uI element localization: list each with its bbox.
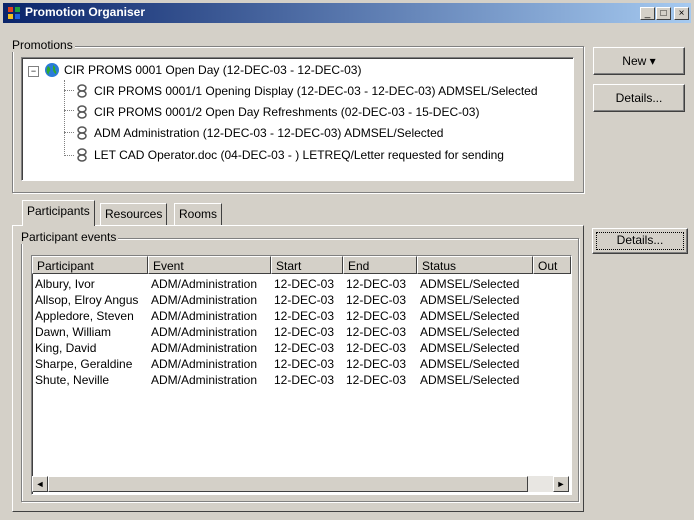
- dropdown-arrow-icon: ▾: [649, 54, 656, 68]
- table-cell: 12-DEC-03: [346, 357, 407, 371]
- participant-events-list[interactable]: Participant Event Start End Status Out A…: [31, 255, 572, 495]
- table-row[interactable]: Dawn, William ADM/Administration 12-DEC-03…: [32, 324, 569, 340]
- tab-participants[interactable]: Participants: [22, 200, 95, 226]
- table-row[interactable]: Allsop, Elroy Angus ADM/Administration 12-…: [32, 292, 569, 308]
- participant-details-button-label: Details...: [616, 233, 664, 247]
- table-cell: King, David: [35, 341, 97, 355]
- promotions-group-label: Promotions: [10, 38, 75, 52]
- table-cell: Shute, Neville: [35, 373, 110, 387]
- table-cell: ADM/Administration: [151, 277, 258, 291]
- table-cell: 12-DEC-03: [274, 293, 335, 307]
- horizontal-scrollbar[interactable]: ◄ ►: [32, 476, 569, 492]
- promotion-details-button-label: Details...: [615, 91, 663, 105]
- table-cell: 12-DEC-03: [346, 373, 407, 387]
- tree-item-label: LET CAD Operator.doc (04-DEC-03 - ) LETR…: [94, 148, 504, 162]
- tab-rooms[interactable]: Rooms: [174, 203, 223, 225]
- maximize-button[interactable]: □: [656, 7, 671, 20]
- promotion-organiser-window: Promotion Organiser _ □ × Promotions − C…: [0, 0, 694, 520]
- chain-link-icon: [77, 126, 87, 140]
- table-row[interactable]: Shute, Neville ADM/Administration 12-DEC-0…: [32, 372, 569, 388]
- table-cell: 12-DEC-03: [274, 309, 335, 323]
- column-header-participant[interactable]: Participant: [32, 256, 148, 274]
- table-row[interactable]: Appledore, Steven ADM/Administration 12-DE…: [32, 308, 569, 324]
- tree-line: [64, 80, 65, 156]
- tree-item-label: CIR PROMS 0001/2 Open Day Refreshments (…: [94, 105, 480, 119]
- participant-events-label: Participant events: [19, 230, 119, 244]
- table-cell: 12-DEC-03: [346, 309, 407, 323]
- tab-resources[interactable]: Resources: [100, 203, 168, 225]
- table-cell: 12-DEC-03: [274, 277, 335, 291]
- table-cell: Sharpe, Geraldine: [35, 357, 133, 371]
- new-button[interactable]: New ▾: [593, 47, 685, 75]
- column-header-out[interactable]: Out: [533, 256, 571, 274]
- tree-item-label: ADM Administration (12-DEC-03 - 12-DEC-0…: [94, 126, 444, 140]
- scroll-right-icon[interactable]: ►: [553, 476, 569, 492]
- tree-item-label: CIR PROMS 0001/1 Opening Display (12-DEC…: [94, 84, 538, 98]
- tree-item-label: CIR PROMS 0001 Open Day (12-DEC-03 - 12-…: [64, 63, 362, 77]
- table-row[interactable]: King, David ADM/Administration 12-DEC-03 12…: [32, 340, 569, 356]
- table-cell: Allsop, Elroy Angus: [35, 293, 139, 307]
- table-cell: 12-DEC-03: [346, 325, 407, 339]
- table-row[interactable]: Sharpe, Geraldine ADM/Administration 12-DE…: [32, 356, 569, 372]
- tree-line: [64, 110, 74, 111]
- close-button[interactable]: ×: [674, 7, 689, 20]
- scroll-left-icon[interactable]: ◄: [32, 476, 48, 492]
- table-cell: 12-DEC-03: [274, 325, 335, 339]
- table-cell: Appledore, Steven: [35, 309, 134, 323]
- globe-icon: [45, 63, 59, 77]
- new-button-label: New: [622, 54, 647, 68]
- table-cell: ADM/Administration: [151, 325, 258, 339]
- table-row[interactable]: Albury, Ivor ADM/Administration 12-DEC-03 1…: [32, 276, 569, 292]
- table-cell: Dawn, William: [35, 325, 112, 339]
- table-cell: ADMSEL/Selected: [420, 357, 520, 371]
- minimize-button[interactable]: _: [640, 7, 655, 20]
- tree-line: [64, 132, 74, 133]
- table-cell: ADM/Administration: [151, 341, 258, 355]
- app-icon: [8, 7, 20, 19]
- table-cell: 12-DEC-03: [274, 373, 335, 387]
- tree-collapse-button[interactable]: −: [28, 66, 39, 77]
- column-header-event[interactable]: Event: [148, 256, 271, 274]
- table-cell: 12-DEC-03: [274, 341, 335, 355]
- table-cell: ADM/Administration: [151, 309, 258, 323]
- table-cell: 12-DEC-03: [346, 341, 407, 355]
- table-cell: 12-DEC-03: [274, 357, 335, 371]
- table-cell: Albury, Ivor: [35, 277, 95, 291]
- table-cell: ADMSEL/Selected: [420, 341, 520, 355]
- window-title: Promotion Organiser: [25, 5, 146, 19]
- table-cell: ADMSEL/Selected: [420, 373, 520, 387]
- chain-link-icon: [77, 84, 87, 98]
- table-cell: ADMSEL/Selected: [420, 309, 520, 323]
- table-cell: ADMSEL/Selected: [420, 325, 520, 339]
- table-cell: ADM/Administration: [151, 373, 258, 387]
- chain-link-icon: [77, 105, 87, 119]
- participants-tab-panel: Participant events Participant Event Sta…: [12, 225, 584, 512]
- column-header-end[interactable]: End: [343, 256, 417, 274]
- table-cell: ADM/Administration: [151, 357, 258, 371]
- promotions-tree[interactable]: − CIR PROMS 0001 Open Day (12-DEC-03 - 1…: [21, 57, 574, 181]
- table-cell: ADMSEL/Selected: [420, 277, 520, 291]
- title-bar[interactable]: Promotion Organiser _ □ ×: [3, 3, 691, 23]
- tree-line: [64, 90, 74, 91]
- tree-line: [64, 155, 74, 156]
- scroll-thumb[interactable]: [48, 476, 528, 492]
- table-cell: 12-DEC-03: [346, 277, 407, 291]
- column-header-status[interactable]: Status: [417, 256, 533, 274]
- promotion-details-button[interactable]: Details...: [593, 84, 685, 112]
- participant-details-button[interactable]: Details...: [592, 228, 688, 254]
- table-cell: 12-DEC-03: [346, 293, 407, 307]
- table-cell: ADM/Administration: [151, 293, 258, 307]
- chain-link-icon: [77, 148, 87, 162]
- table-cell: ADMSEL/Selected: [420, 293, 520, 307]
- column-header-start[interactable]: Start: [271, 256, 343, 274]
